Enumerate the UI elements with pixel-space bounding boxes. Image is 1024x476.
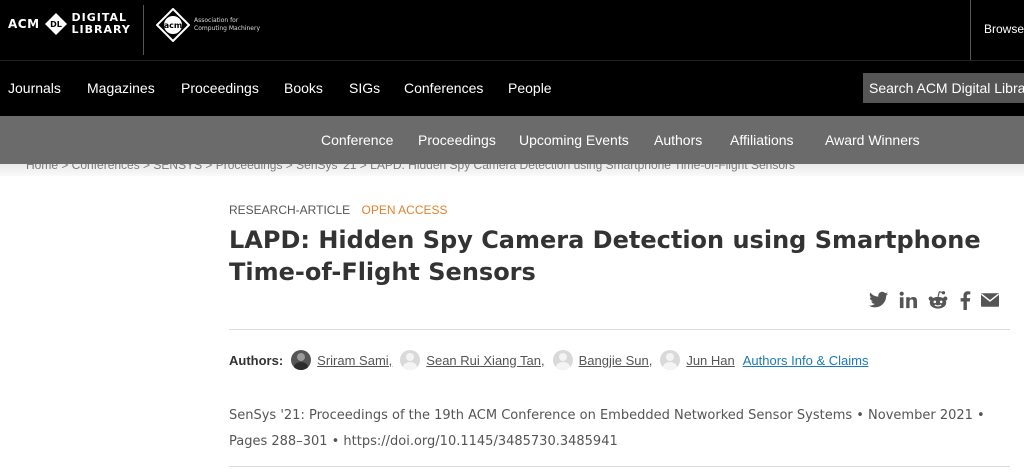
nav-people[interactable]: People (508, 80, 552, 96)
email-icon[interactable] (981, 293, 999, 307)
article-badges: RESEARCH-ARTICLE OPEN ACCESS (229, 203, 448, 217)
article-type-label: RESEARCH-ARTICLE (229, 203, 351, 217)
main-nav: Journals Magazines Proceedings Books SIG… (0, 60, 1024, 116)
browse-button[interactable]: Browse (984, 22, 1024, 36)
breadcrumb: Home > Conferences > SENSYS > Proceeding… (0, 164, 1024, 176)
subnav-proceedings[interactable]: Proceedings (418, 132, 496, 148)
dl-mark-text: DL (50, 20, 62, 29)
reddit-icon[interactable] (927, 290, 949, 310)
nav-journals[interactable]: Journals (8, 80, 61, 96)
acm-logo-line1: Association for (194, 17, 239, 24)
acm-diamond-icon: acm (156, 8, 190, 42)
facebook-icon[interactable] (959, 290, 971, 310)
search-input[interactable]: Search ACM Digital Library (863, 73, 1024, 103)
publication-info: SenSys '21: Proceedings of the 19th ACM … (229, 408, 985, 449)
dl-logo-words: DIGITAL LIBRARY (72, 12, 131, 36)
top-header: ACM DL DIGITAL LIBRARY acm Association f… (0, 0, 1024, 60)
acm-mark-text: acm (164, 21, 182, 30)
author-link[interactable]: Jun Han (686, 353, 734, 368)
dl-mark-icon: DL (44, 13, 67, 35)
nav-sigs[interactable]: SIGs (349, 80, 380, 96)
publication-divider (229, 466, 1010, 467)
acm-dl-logo[interactable]: ACM DL DIGITAL LIBRARY (8, 12, 131, 36)
author-link[interactable]: Sean Rui Xiang Tan, (426, 353, 544, 368)
subnav-affiliations[interactable]: Affiliations (730, 132, 794, 148)
twitter-icon[interactable] (869, 291, 889, 309)
author-link[interactable]: Sriram Sami, (317, 353, 392, 368)
author-avatar (291, 350, 312, 370)
author-link[interactable]: Bangjie Sun, (579, 353, 653, 368)
share-icons (869, 290, 999, 310)
author-avatar (552, 350, 573, 370)
nav-books[interactable]: Books (284, 80, 323, 96)
title-divider (229, 329, 1010, 330)
dl-logo-line2: LIBRARY (71, 23, 131, 36)
acm-logo-line2: Computing Machinery (194, 25, 260, 32)
browse-divider (970, 0, 971, 60)
open-access-badge: OPEN ACCESS (361, 203, 448, 217)
nav-magazines[interactable]: Magazines (87, 80, 155, 96)
nav-proceedings[interactable]: Proceedings (181, 80, 259, 96)
authors-info-claims-link[interactable]: Authors Info & Claims (743, 353, 869, 368)
subnav-award-winners[interactable]: Award Winners (825, 132, 920, 148)
authors-row: Authors: Sriram Sami, Sean Rui Xiang Tan… (229, 348, 868, 372)
author-avatar (400, 350, 421, 370)
acm-logo[interactable]: acm Association for Computing Machinery (156, 8, 260, 42)
dl-logo-acm: ACM (8, 17, 40, 31)
nav-conferences[interactable]: Conferences (404, 80, 483, 96)
subnav-authors[interactable]: Authors (654, 132, 702, 148)
subnav-upcoming-events[interactable]: Upcoming Events (519, 132, 629, 148)
subnav-conference[interactable]: Conference (321, 132, 393, 148)
conference-subnav: Conference Proceedings Upcoming Events A… (0, 116, 1024, 164)
article-title: LAPD: Hidden Spy Camera Detection using … (229, 226, 981, 286)
header-divider (143, 5, 144, 55)
authors-label: Authors: (229, 352, 284, 368)
author-avatar (660, 350, 681, 370)
linkedin-icon[interactable] (899, 291, 917, 309)
breadcrumb-text[interactable]: Home > Conferences > SENSYS > Proceeding… (26, 164, 795, 172)
acm-logo-text: Association for Computing Machinery (194, 17, 260, 33)
